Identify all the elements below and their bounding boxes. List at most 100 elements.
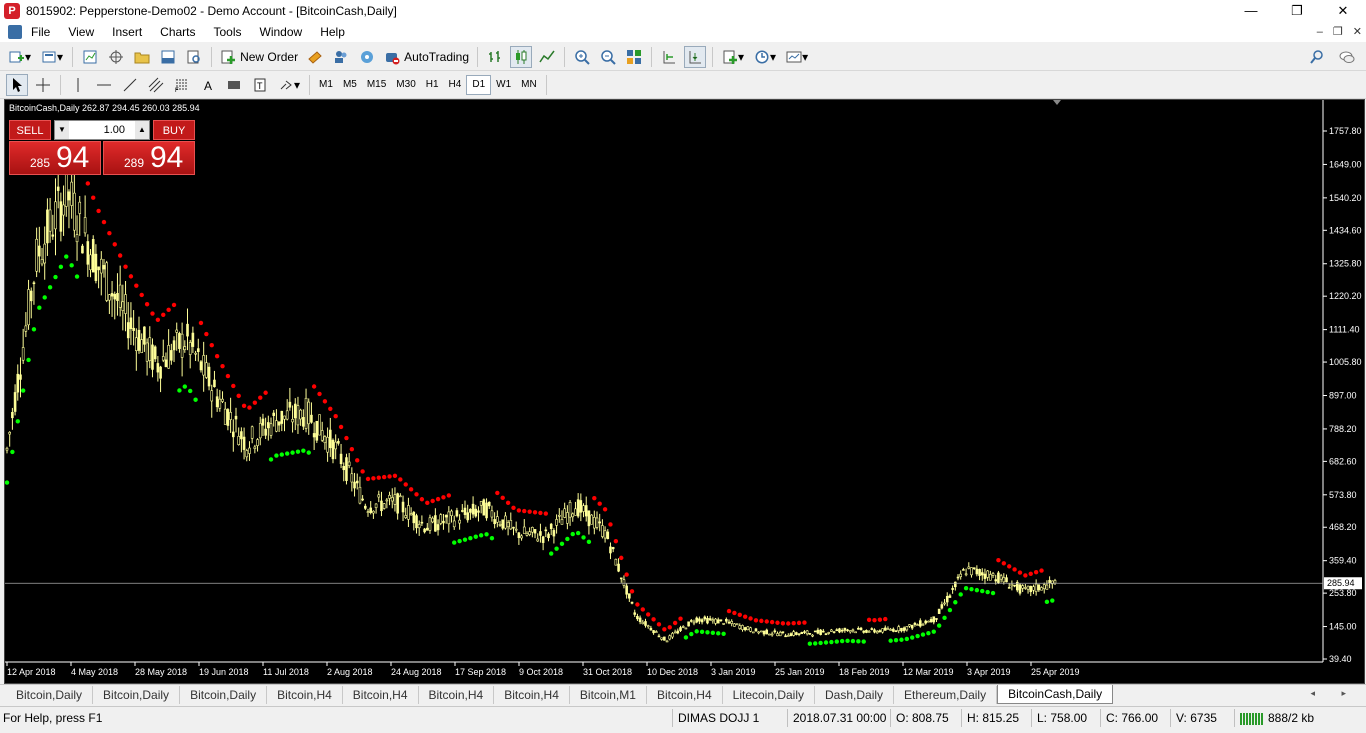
market-button[interactable] — [356, 46, 378, 68]
trendline-button[interactable] — [119, 74, 141, 96]
text-label-button[interactable] — [223, 74, 245, 96]
tile-windows-button[interactable] — [623, 46, 645, 68]
metaeditor-button[interactable] — [304, 46, 326, 68]
sar-dot-up — [829, 639, 834, 645]
auto-scroll-button[interactable] — [684, 45, 707, 68]
menu-insert[interactable]: Insert — [103, 22, 151, 42]
y-tick-label: 145.00 — [1329, 622, 1357, 632]
navigator-button[interactable] — [131, 46, 153, 68]
sell-button[interactable]: SELL — [9, 120, 51, 140]
strategy-tester-button[interactable] — [183, 46, 205, 68]
search-button[interactable] — [1306, 46, 1328, 68]
tf-m30[interactable]: M30 — [391, 75, 420, 95]
tab-bitcoin-h4-3[interactable]: Bitcoin,H4 — [419, 685, 495, 704]
sell-price-box[interactable]: 285 94 — [9, 141, 101, 175]
profiles-button[interactable]: ▾ — [38, 46, 66, 68]
tab-bitcoin-daily-2[interactable]: Bitcoin,Daily — [93, 685, 181, 704]
menu-tools[interactable]: Tools — [205, 22, 251, 42]
candlestick-button[interactable] — [510, 45, 533, 68]
chart-window[interactable]: 1757.80 1649.00 1540.20 1434.60 1325.80 1220.… — [4, 99, 1365, 684]
tf-h4[interactable]: H4 — [444, 75, 467, 95]
crosshair-button[interactable] — [32, 74, 54, 96]
chart-tabs: Bitcoin,Daily Bitcoin,Daily Bitcoin,Dail… — [0, 684, 1366, 704]
label-button[interactable]: T — [249, 74, 271, 96]
mdi-minimize-button[interactable]: – — [1317, 22, 1323, 42]
auto-trading-button[interactable]: AutoTrading — [380, 46, 473, 68]
menu-help[interactable]: Help — [311, 22, 354, 42]
menu-file[interactable]: File — [22, 22, 59, 42]
sar-dot-up — [586, 539, 592, 545]
tab-bitcoin-daily-3[interactable]: Bitcoin,Daily — [180, 685, 268, 704]
lot-increase-icon[interactable]: ▲ — [135, 121, 149, 139]
tf-h1[interactable]: H1 — [421, 75, 444, 95]
terminal-button[interactable] — [157, 46, 179, 68]
vertical-line-button[interactable] — [67, 74, 89, 96]
bar-chart-button[interactable] — [484, 46, 506, 68]
tab-bitcoincash-daily[interactable]: BitcoinCash,Daily — [997, 685, 1114, 704]
signals-button[interactable] — [330, 46, 352, 68]
text-button[interactable]: A — [197, 74, 219, 96]
menu-view[interactable]: View — [59, 22, 103, 42]
chart-shift-button[interactable] — [658, 46, 680, 68]
zoom-out-button[interactable] — [597, 46, 619, 68]
minimize-button[interactable]: — — [1228, 0, 1274, 22]
tab-dash-daily[interactable]: Dash,Daily — [815, 685, 895, 704]
lot-size-value[interactable]: 1.00 — [69, 124, 135, 136]
lot-decrease-icon[interactable]: ▼ — [55, 121, 69, 139]
tab-litecoin-daily[interactable]: Litecoin,Daily — [723, 685, 816, 704]
chat-button[interactable] — [1336, 46, 1358, 68]
tf-m15[interactable]: M15 — [362, 75, 391, 95]
candle-body — [108, 294, 111, 301]
market-watch-button[interactable] — [79, 46, 101, 68]
channel-button[interactable] — [145, 74, 167, 96]
tf-d1[interactable]: D1 — [466, 74, 492, 95]
tab-bitcoin-h4-5[interactable]: Bitcoin,H4 — [647, 685, 723, 704]
sar-dot-down — [387, 474, 392, 479]
data-window-button[interactable] — [105, 46, 127, 68]
candle-body — [835, 629, 839, 632]
sar-dot-up — [570, 531, 575, 537]
periods-button[interactable]: ▾ — [751, 46, 779, 68]
market-watch-icon — [83, 50, 97, 63]
tf-m5[interactable]: M5 — [338, 75, 362, 95]
close-button[interactable]: ✕ — [1320, 0, 1366, 22]
candle-body — [1053, 580, 1057, 584]
horizontal-line-button[interactable] — [93, 74, 115, 96]
tf-mn[interactable]: MN — [516, 75, 542, 95]
tf-w1[interactable]: W1 — [491, 75, 516, 95]
menu-charts[interactable]: Charts — [151, 22, 204, 42]
indicators-button[interactable]: ▾ — [719, 46, 747, 68]
line-chart-button[interactable] — [536, 46, 558, 68]
x-tick-label: 4 May 2018 — [71, 667, 118, 677]
price-chart[interactable]: 1757.80 1649.00 1540.20 1434.60 1325.80 1220.… — [5, 100, 1364, 683]
lot-size-field[interactable]: ▼ 1.00 ▲ — [54, 120, 150, 140]
arrows-button[interactable]: ▾ — [275, 74, 303, 96]
fibonacci-button[interactable]: F — [171, 74, 193, 96]
new-order-button[interactable]: New Order — [216, 46, 302, 68]
tab-bitcoin-h4-2[interactable]: Bitcoin,H4 — [343, 685, 419, 704]
candle-body — [819, 629, 822, 635]
mdi-restore-button[interactable]: ❐ — [1333, 22, 1343, 42]
magnifier-document-icon — [187, 50, 200, 63]
candle-body — [652, 630, 655, 634]
tab-bitcoin-h4-4[interactable]: Bitcoin,H4 — [494, 685, 570, 704]
tab-bitcoin-daily-1[interactable]: Bitcoin,Daily — [6, 685, 94, 704]
tf-m1[interactable]: M1 — [314, 75, 338, 95]
tab-bitcoin-m1[interactable]: Bitcoin,M1 — [570, 685, 647, 704]
zoom-in-button[interactable] — [571, 46, 593, 68]
buy-button[interactable]: BUY — [153, 120, 195, 140]
menu-window[interactable]: Window — [251, 22, 312, 42]
templates-button[interactable]: ▾ — [783, 46, 811, 68]
tab-ethereum-daily[interactable]: Ethereum,Daily — [894, 685, 998, 704]
tab-bitcoin-h4-1[interactable]: Bitcoin,H4 — [267, 685, 343, 704]
tab-scroll-arrows[interactable]: ◂ ▸ — [1310, 688, 1358, 699]
candle-body — [307, 401, 311, 425]
candle-body — [700, 619, 704, 623]
new-chart-button[interactable]: ▾ — [6, 46, 34, 68]
maximize-button[interactable]: ❐ — [1274, 0, 1320, 22]
candle-body — [32, 282, 36, 285]
buy-price-box[interactable]: 289 94 — [103, 141, 195, 175]
candle-body — [191, 332, 195, 347]
cursor-button[interactable] — [6, 73, 28, 96]
mdi-close-button[interactable]: ✕ — [1353, 22, 1362, 42]
